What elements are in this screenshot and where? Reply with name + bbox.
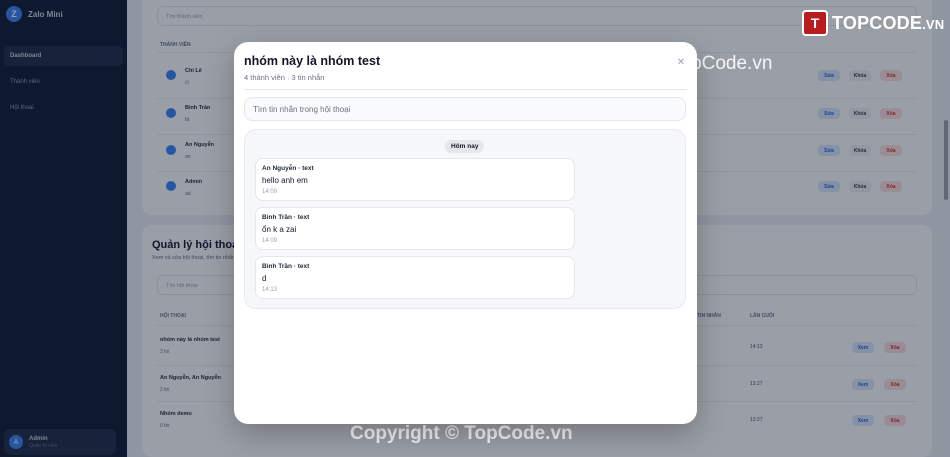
message-time: 14:09 (262, 238, 278, 244)
message-text: d (262, 274, 267, 283)
message-bubble: An Nguyễn · text hello anh em 14:09 (255, 158, 575, 201)
topcode-logo: T TOPCODE.VN (802, 10, 944, 36)
logo-domain: .VN (922, 16, 945, 32)
topcode-logo-icon: T (802, 10, 828, 36)
day-separator: Hôm nay (445, 140, 485, 153)
message-sender: An Nguyễn · text (262, 165, 314, 172)
message-time: 14:09 (262, 189, 278, 195)
message-bubble: Bình Trần · text d 14:13 (255, 256, 575, 299)
close-icon[interactable]: ✕ (675, 56, 687, 68)
topcode-logo-text: TOPCODE.VN (832, 13, 944, 34)
logo-word: TOPCODE (832, 12, 923, 33)
message-sender: Bình Trần · text (262, 214, 310, 221)
message-search-input[interactable] (244, 97, 686, 121)
modal-title: nhóm này là nhóm test (244, 54, 381, 68)
modal-subtitle: 4 thành viên · 3 tin nhắn (244, 73, 325, 82)
message-time: 14:13 (262, 287, 278, 293)
message-sender: Bình Trần · text (262, 263, 310, 270)
message-text: ổn k a zai (262, 225, 297, 234)
message-bubble: Bình Trần · text ổn k a zai 14:09 (255, 207, 575, 250)
conversation-modal: nhóm này là nhóm test 4 thành viên · 3 t… (234, 42, 697, 424)
divider (244, 89, 687, 90)
message-text: hello anh em (262, 176, 308, 185)
copyright-watermark: Copyright © TopCode.vn (350, 423, 573, 444)
message-thread[interactable]: Hôm nay An Nguyễn · text hello anh em 14… (244, 129, 686, 309)
